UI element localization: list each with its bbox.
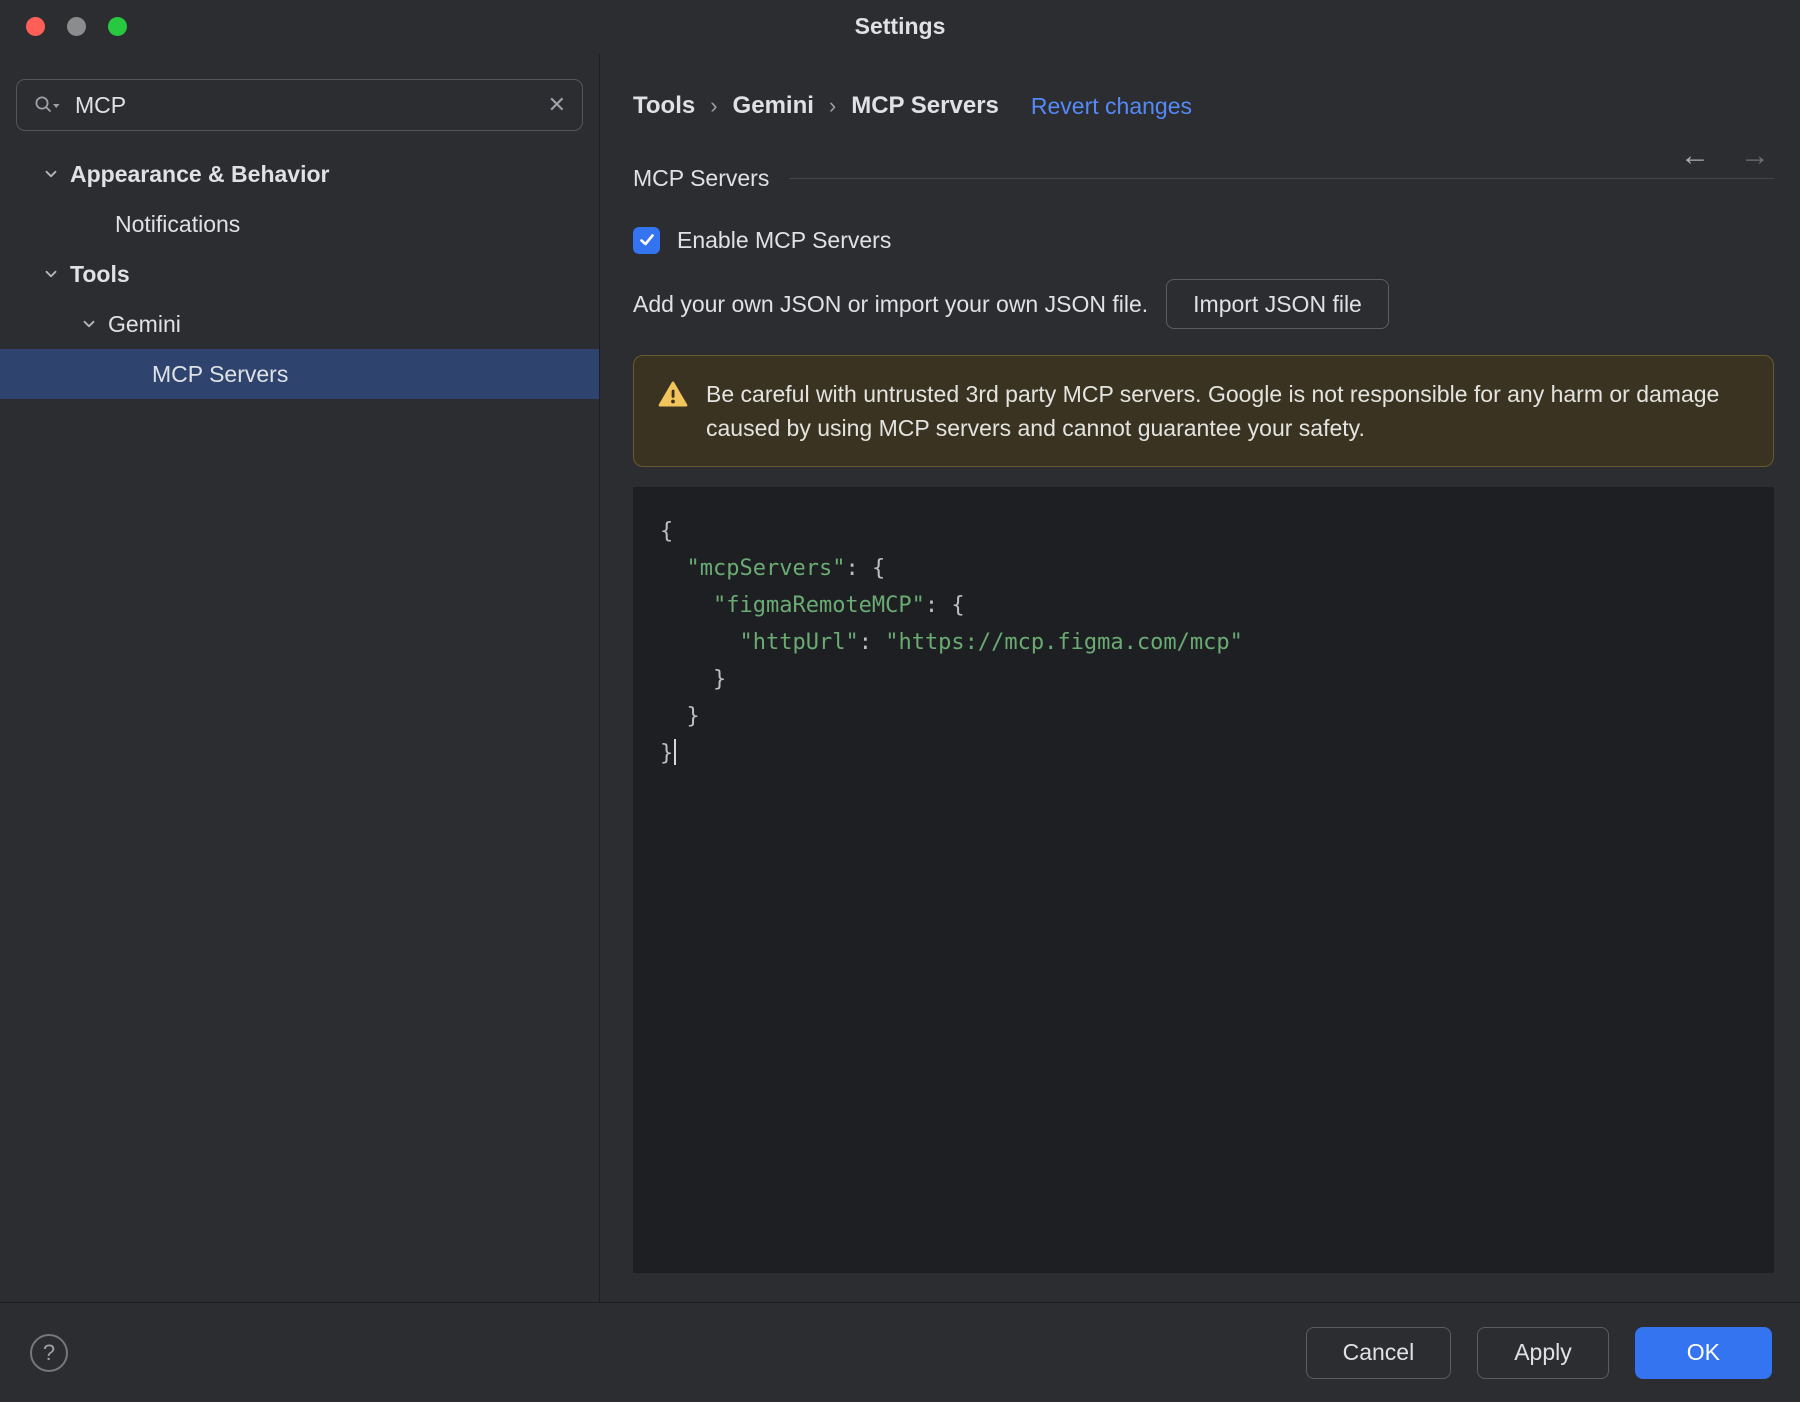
footer-buttons: Cancel Apply OK	[1305, 1326, 1772, 1379]
breadcrumb-separator: ›	[828, 93, 837, 118]
search-input[interactable]	[73, 90, 536, 120]
minimize-window-button[interactable]	[67, 17, 86, 36]
sidebar-item-tools[interactable]: Tools	[0, 249, 599, 299]
warning-banner: Be careful with untrusted 3rd party MCP …	[633, 355, 1774, 467]
cancel-button[interactable]: Cancel	[1305, 1326, 1452, 1379]
revert-changes-link[interactable]: Revert changes	[1031, 93, 1192, 120]
forward-arrow-icon[interactable]: →	[1740, 139, 1770, 173]
breadcrumb-item-gemini[interactable]: Gemini	[733, 92, 814, 120]
settings-search-box[interactable]: ✕	[16, 79, 583, 131]
warning-text: Be careful with untrusted 3rd party MCP …	[706, 381, 1720, 441]
chevron-down-icon[interactable]	[80, 315, 98, 333]
enable-mcp-label: Enable MCP Servers	[677, 226, 892, 253]
code-editor-content: { "mcpServers": { "figmaRemoteMCP": { "h…	[660, 519, 1243, 766]
sidebar-item-label: Tools	[70, 260, 130, 287]
import-json-button[interactable]: Import JSON file	[1166, 279, 1389, 329]
checkmark-icon	[639, 234, 654, 246]
import-instruction-text: Add your own JSON or import your own JSO…	[633, 290, 1149, 317]
ok-button[interactable]: OK	[1634, 1326, 1772, 1379]
window-title: Settings	[854, 13, 946, 39]
close-window-button[interactable]	[26, 17, 45, 36]
import-row: Add your own JSON or import your own JSO…	[633, 279, 1774, 329]
question-mark-icon: ?	[42, 1339, 56, 1365]
titlebar: Settings	[0, 0, 1800, 53]
settings-sidebar: ✕ Appearance & Behavior Notifications To…	[0, 53, 600, 1302]
window-controls	[26, 0, 127, 53]
section-divider	[789, 177, 1774, 179]
breadcrumb: Tools › Gemini › MCP Servers Revert chan…	[633, 89, 1774, 123]
sidebar-item-gemini[interactable]: Gemini	[0, 299, 599, 349]
enable-mcp-row: Enable MCP Servers	[633, 223, 1774, 257]
settings-body: ✕ Appearance & Behavior Notifications To…	[0, 53, 1800, 1302]
sidebar-item-appearance-behavior[interactable]: Appearance & Behavior	[0, 149, 599, 199]
apply-button[interactable]: Apply	[1477, 1326, 1609, 1379]
dialog-footer: ? Cancel Apply OK	[0, 1302, 1800, 1402]
enable-mcp-checkbox[interactable]	[633, 226, 660, 254]
section-header: MCP Servers	[633, 163, 1774, 193]
breadcrumb-separator: ›	[710, 93, 718, 118]
zoom-window-button[interactable]	[108, 17, 127, 36]
sidebar-item-label: Gemini	[108, 310, 181, 337]
chevron-down-icon[interactable]	[42, 165, 60, 183]
sidebar-item-label: Notifications	[115, 210, 241, 237]
back-arrow-icon[interactable]: ←	[1680, 139, 1710, 173]
chevron-down-icon[interactable]	[42, 265, 60, 283]
settings-panel: Tools › Gemini › MCP Servers Revert chan…	[600, 53, 1800, 1302]
breadcrumb-item-tools[interactable]: Tools	[633, 92, 695, 120]
clear-search-icon[interactable]: ✕	[548, 94, 566, 116]
sidebar-item-label: Appearance & Behavior	[70, 160, 330, 187]
warning-icon	[658, 380, 688, 413]
breadcrumb-item-mcp-servers: MCP Servers	[851, 92, 999, 119]
sidebar-item-mcp-servers[interactable]: MCP Servers	[0, 349, 599, 399]
section-title: MCP Servers	[633, 164, 770, 191]
search-icon	[33, 94, 61, 116]
sidebar-item-label: MCP Servers	[152, 360, 289, 387]
mcp-json-editor[interactable]: { "mcpServers": { "figmaRemoteMCP": { "h…	[633, 487, 1774, 1273]
sidebar-item-notifications[interactable]: Notifications	[0, 199, 599, 249]
history-navigation: ← →	[1680, 139, 1770, 173]
help-button[interactable]: ?	[30, 1333, 68, 1372]
settings-tree: Appearance & Behavior Notifications Tool…	[0, 149, 599, 399]
